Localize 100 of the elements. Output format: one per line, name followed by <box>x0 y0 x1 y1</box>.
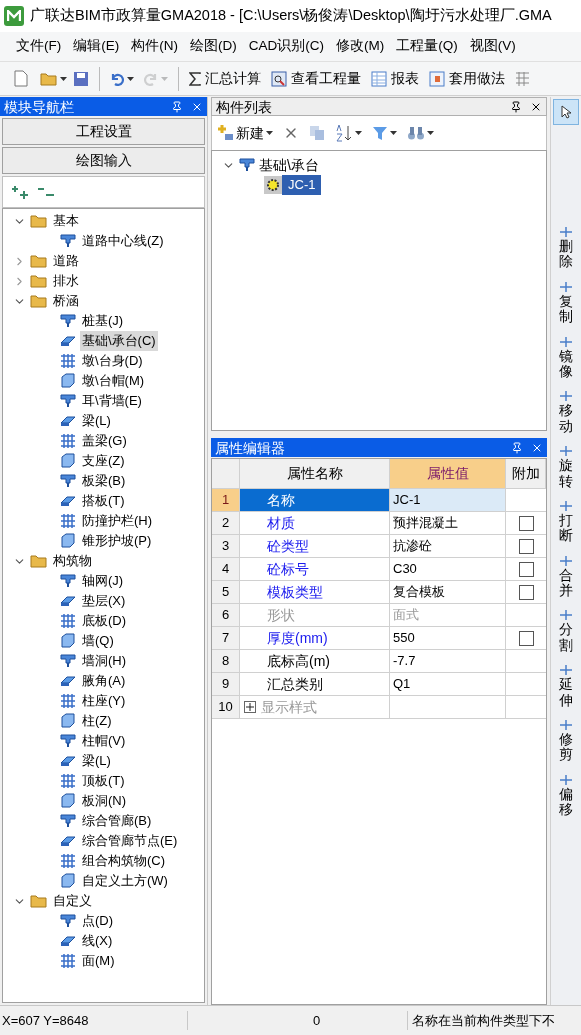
property-name: 名称 <box>267 490 295 510</box>
pedestal-icon <box>59 733 77 749</box>
checkbox[interactable] <box>518 584 534 600</box>
find-button[interactable] <box>407 125 434 141</box>
tree-item[interactable]: 轴网(J) <box>80 571 126 591</box>
tool-button[interactable]: 移动 <box>558 389 574 435</box>
menu-item[interactable]: CAD识别(C) <box>248 36 324 57</box>
tree-item[interactable]: 桥涵 <box>51 291 81 311</box>
tree-item[interactable]: 垫层(X) <box>80 591 128 611</box>
tool-button[interactable]: 偏移 <box>558 772 574 818</box>
tree-item[interactable]: 自定义土方(W) <box>80 871 170 891</box>
tool-button[interactable]: 合并 <box>558 553 574 599</box>
slab-icon <box>59 673 77 689</box>
new-button[interactable]: 新建 <box>218 122 273 144</box>
menu-item[interactable]: 构件(N) <box>131 36 178 57</box>
property-value[interactable]: 预拌混凝土 <box>390 512 506 535</box>
menu-item[interactable]: 修改(M) <box>336 36 385 57</box>
toolbar-button[interactable]: 套用做法 <box>429 68 505 89</box>
tree-item[interactable]: 盖梁(G) <box>80 431 129 451</box>
caret-icon <box>266 131 273 135</box>
collapse-all-icon[interactable] <box>37 185 55 199</box>
tool-button[interactable]: 分割 <box>558 608 574 654</box>
tree-item[interactable]: 墩\台身(D) <box>80 351 145 371</box>
menu-item[interactable]: 编辑(E) <box>73 36 120 57</box>
tree-item[interactable]: 支座(Z) <box>80 451 127 471</box>
tree-item[interactable]: 耳\背墙(E) <box>80 391 144 411</box>
tree-item[interactable]: 梁(L) <box>80 411 113 431</box>
tool-button[interactable]: 延伸 <box>558 663 574 709</box>
menu-item[interactable]: 文件(F) <box>16 36 62 57</box>
column-header[interactable]: 属性值 <box>390 459 506 489</box>
tree-item[interactable]: 板梁(B) <box>80 471 128 491</box>
menu-item[interactable]: 工程量(Q) <box>396 36 458 57</box>
tool-button[interactable]: 旋转 <box>558 444 574 489</box>
tree-item[interactable]: 综合管廊(B) <box>80 811 154 831</box>
tree-item[interactable]: 道路中心线(Z) <box>80 231 166 251</box>
tree-item[interactable]: 基础\承台(C) <box>80 331 158 351</box>
tree-item[interactable]: 墙(Q) <box>80 631 116 651</box>
checkbox[interactable] <box>518 630 534 646</box>
nav-button[interactable]: 绘图输入 <box>2 147 205 174</box>
toolbar-button[interactable]: 汇总计算 <box>189 68 261 89</box>
tree-item[interactable]: 基本 <box>51 211 81 231</box>
expand-all-icon[interactable] <box>11 185 29 199</box>
toolbar-button[interactable]: 报表 <box>371 68 419 89</box>
pin-icon[interactable] <box>510 100 522 113</box>
tree-item[interactable]: 线(X) <box>80 931 115 951</box>
tree-item[interactable]: JC-1 <box>282 175 322 195</box>
property-value[interactable]: Q1 <box>390 673 506 696</box>
checkbox[interactable] <box>518 515 534 531</box>
new-file-icon[interactable] <box>14 70 28 87</box>
tree-item[interactable]: 基础\承台 <box>259 154 319 176</box>
tree-item[interactable]: 搭板(T) <box>80 491 127 511</box>
tree-item[interactable]: 排水 <box>51 271 81 291</box>
column-header[interactable]: 属性名称 <box>240 459 390 489</box>
open-button[interactable] <box>40 71 67 86</box>
tool-button[interactable]: 复制 <box>558 279 574 325</box>
tree-item[interactable]: 桩基(J) <box>80 311 126 331</box>
tree-item[interactable]: 墙洞(H) <box>80 651 129 671</box>
sort-button[interactable] <box>335 124 362 142</box>
tree-item[interactable]: 墩\台帽(M) <box>80 371 147 391</box>
tree-item[interactable]: 腋角(A) <box>80 671 128 691</box>
tool-button[interactable]: 修剪 <box>558 718 574 763</box>
property-value[interactable]: C30 <box>390 558 506 581</box>
property-value[interactable]: 抗渗砼 <box>390 535 506 558</box>
pointer-tool[interactable] <box>553 99 579 125</box>
tree-item[interactable]: 点(D) <box>80 911 116 931</box>
menu-item[interactable]: 绘图(D) <box>190 36 237 57</box>
tree-item[interactable]: 顶板(T) <box>80 771 127 791</box>
tree-item[interactable]: 梁(L) <box>80 751 113 771</box>
tree-item[interactable]: 底板(D) <box>80 611 129 631</box>
tree-item[interactable]: 柱座(Y) <box>80 691 128 711</box>
checkbox[interactable] <box>518 561 534 577</box>
menu-item[interactable]: 视图(V) <box>469 36 516 57</box>
tool-button[interactable]: 删除 <box>558 225 574 270</box>
property-value[interactable]: JC-1 <box>390 489 506 512</box>
filter-button[interactable] <box>372 125 397 141</box>
folder-icon <box>30 294 48 308</box>
tool-button[interactable]: 镜像 <box>558 334 574 380</box>
tree-item[interactable]: 道路 <box>51 251 81 271</box>
tree-item[interactable]: 自定义 <box>51 891 94 911</box>
property-value[interactable]: 550 <box>390 627 506 650</box>
tree-item[interactable]: 防撞护栏(H) <box>80 511 155 531</box>
magnifier-icon <box>271 70 287 87</box>
checkbox[interactable] <box>518 538 534 554</box>
undo-button[interactable] <box>110 71 134 86</box>
tree-item[interactable]: 锥形护坡(P) <box>80 531 154 551</box>
column-header[interactable]: 附加 <box>506 459 546 489</box>
tree-item[interactable]: 构筑物 <box>51 551 94 571</box>
tree-item[interactable]: 柱(Z) <box>80 711 114 731</box>
property-value[interactable]: 复合模板 <box>390 581 506 604</box>
tree-item[interactable]: 综合管廊节点(E) <box>80 831 180 851</box>
save-icon[interactable] <box>73 70 89 87</box>
property-value[interactable]: -7.7 <box>390 650 506 673</box>
nav-button[interactable]: 工程设置 <box>2 118 205 145</box>
tree-item[interactable]: 组合构筑物(C) <box>80 851 168 871</box>
tool-button[interactable]: 打断 <box>558 498 574 544</box>
row-number: 3 <box>212 535 240 558</box>
tree-item[interactable]: 板洞(N) <box>80 791 129 811</box>
tree-item[interactable]: 柱帽(V) <box>80 731 128 751</box>
tree-item[interactable]: 面(M) <box>80 951 117 971</box>
toolbar-button[interactable]: 查看工程量 <box>271 68 361 89</box>
